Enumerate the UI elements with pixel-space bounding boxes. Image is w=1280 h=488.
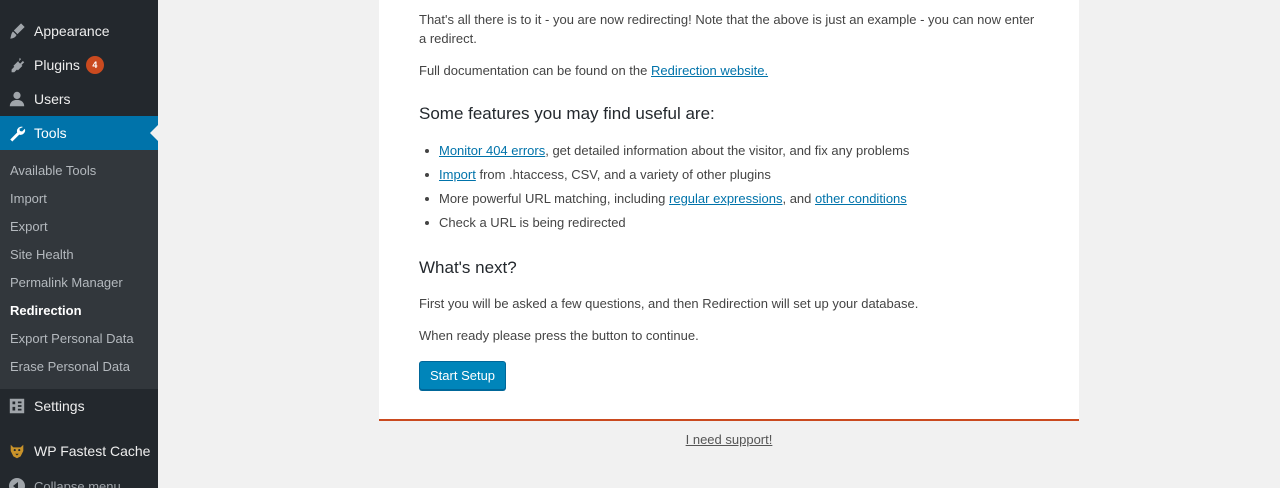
regular-expressions-link[interactable]: regular expressions (669, 191, 782, 206)
list-item: More powerful URL matching, including re… (419, 187, 1039, 211)
settings-icon (0, 389, 34, 423)
support-link[interactable]: I need support! (686, 432, 773, 447)
next-text-1: First you will be asked a few questions,… (419, 296, 919, 311)
redirection-website-link[interactable]: Redirection website. (651, 63, 768, 78)
start-setup-button[interactable]: Start Setup (419, 361, 507, 390)
list-item: Monitor 404 errors, get detailed informa… (419, 139, 1039, 163)
plugins-update-badge: 4 (85, 56, 104, 74)
feature-4-text: Check a URL is being redirected (439, 215, 626, 230)
menu-item-settings[interactable]: Settings (0, 389, 158, 423)
submenu-item-permalink-manager[interactable]: Permalink Manager (0, 269, 158, 297)
intro-text: That's all there is to it - you are now … (419, 12, 1035, 46)
menu-item-users[interactable]: Users (0, 82, 158, 116)
collapse-menu-button[interactable]: Collapse menu (0, 472, 158, 488)
menu-label-settings: Settings (34, 398, 85, 414)
docs-paragraph: Full documentation can be found on the R… (419, 61, 1039, 80)
plugin-icon (0, 48, 34, 82)
feature-3-mid: , and (782, 191, 815, 206)
setup-panel: That's all there is to it - you are now … (379, 0, 1079, 421)
collapse-icon (0, 478, 34, 488)
features-heading: Some features you may find useful are: (419, 104, 715, 123)
import-link[interactable]: Import (439, 167, 476, 182)
whats-next-heading: What's next? (419, 258, 517, 277)
submenu-item-redirection[interactable]: Redirection (0, 297, 158, 325)
menu-item-wp-fastest-cache[interactable]: WP Fastest Cache (0, 434, 158, 468)
submenu-item-import[interactable]: Import (0, 185, 158, 213)
menu-label-plugins: Plugins (34, 57, 80, 73)
menu-label-users: Users (34, 91, 71, 107)
list-item: Import from .htaccess, CSV, and a variet… (419, 163, 1039, 187)
submenu-item-export-personal-data[interactable]: Export Personal Data (0, 325, 158, 353)
current-menu-arrow (150, 125, 158, 141)
tools-submenu: Available Tools Import Export Site Healt… (0, 150, 158, 389)
list-item: Check a URL is being redirected (419, 211, 1039, 235)
submenu-item-site-health[interactable]: Site Health (0, 241, 158, 269)
menu-label-appearance: Appearance (34, 23, 110, 39)
features-list: Monitor 404 errors, get detailed informa… (419, 139, 1039, 235)
paintbrush-icon (0, 14, 34, 48)
submenu-item-available-tools[interactable]: Available Tools (0, 157, 158, 185)
submenu-item-export[interactable]: Export (0, 213, 158, 241)
menu-item-appearance[interactable]: Appearance (0, 14, 158, 48)
next-text-2: When ready please press the button to co… (419, 328, 699, 343)
collapse-menu-label: Collapse menu (34, 478, 121, 488)
feature-1-text: , get detailed information about the vis… (545, 143, 910, 158)
user-icon (0, 82, 34, 116)
docs-prefix: Full documentation can be found on the (419, 63, 651, 78)
admin-sidebar: Appearance Plugins 4 Users Tools Availab… (0, 0, 158, 488)
cheetah-icon (0, 434, 34, 468)
menu-label-tools: Tools (34, 125, 67, 141)
support-footer: I need support! (379, 432, 1079, 447)
menu-item-plugins[interactable]: Plugins 4 (0, 48, 158, 82)
feature-2-text: from .htaccess, CSV, and a variety of ot… (475, 167, 771, 182)
submenu-item-erase-personal-data[interactable]: Erase Personal Data (0, 353, 158, 381)
menu-label-wp-fastest-cache: WP Fastest Cache (34, 443, 151, 459)
feature-3-text: More powerful URL matching, including (439, 191, 670, 206)
monitor-404-link[interactable]: Monitor 404 errors (439, 143, 545, 158)
menu-item-tools[interactable]: Tools (0, 116, 158, 150)
other-conditions-link[interactable]: other conditions (815, 191, 907, 206)
wrench-icon (0, 116, 34, 150)
